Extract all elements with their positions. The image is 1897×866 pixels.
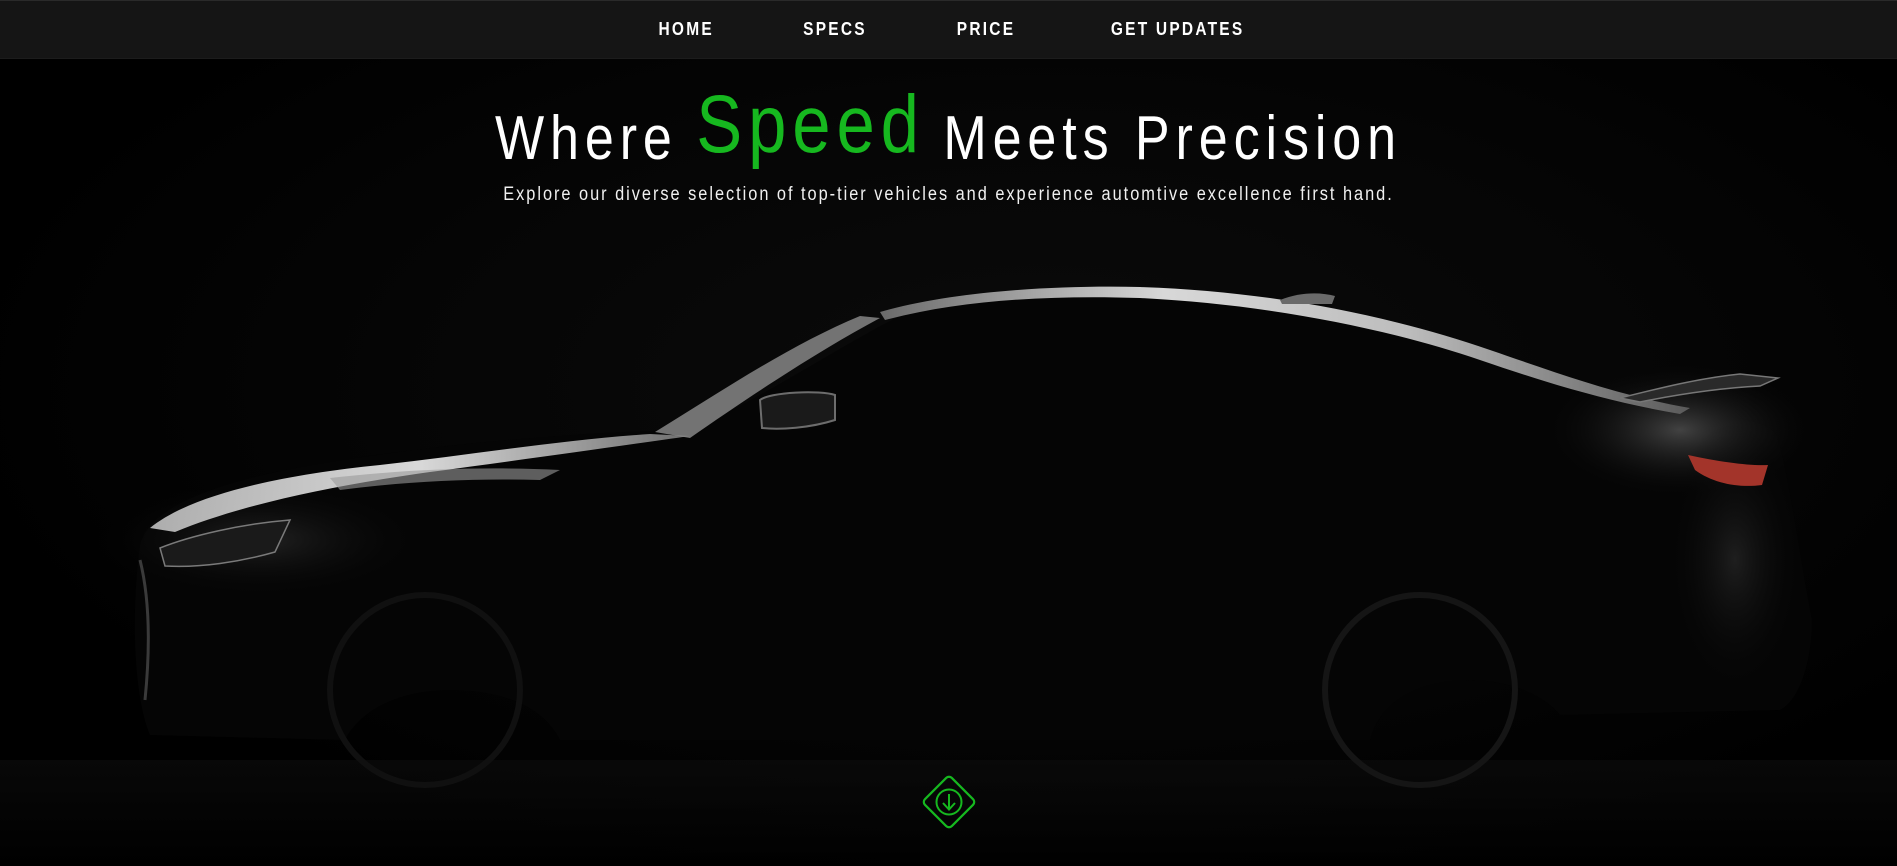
nav-item-price: PRICE bbox=[912, 19, 1060, 40]
nav-item-get-updates: GET UPDATES bbox=[1060, 19, 1295, 40]
nav-item-specs: SPECS bbox=[758, 19, 912, 40]
hero-subtitle: Explore our diverse selection of top-tie… bbox=[503, 184, 1394, 205]
hero-title-start: Where bbox=[494, 104, 678, 173]
nav-link-specs[interactable]: SPECS bbox=[803, 19, 867, 40]
hero-title-end: Meets Precision bbox=[943, 104, 1403, 173]
scroll-down-button[interactable] bbox=[917, 770, 981, 834]
hero-section: Where Speed Meets Precision Explore our … bbox=[0, 84, 1897, 206]
nav-list: HOME SPECS PRICE GET UPDATES bbox=[614, 19, 1296, 40]
arrow-down-icon bbox=[922, 775, 976, 829]
nav-item-home: HOME bbox=[614, 19, 758, 40]
hero-title: Where Speed Meets Precision bbox=[152, 84, 1745, 170]
hero-title-accent: Speed bbox=[696, 79, 925, 170]
top-navbar: HOME SPECS PRICE GET UPDATES bbox=[0, 0, 1897, 59]
nav-link-get-updates[interactable]: GET UPDATES bbox=[1111, 19, 1245, 40]
nav-link-home[interactable]: HOME bbox=[658, 19, 713, 40]
nav-link-price[interactable]: PRICE bbox=[957, 19, 1015, 40]
hero-page: HOME SPECS PRICE GET UPDATES Where Speed… bbox=[0, 0, 1897, 866]
